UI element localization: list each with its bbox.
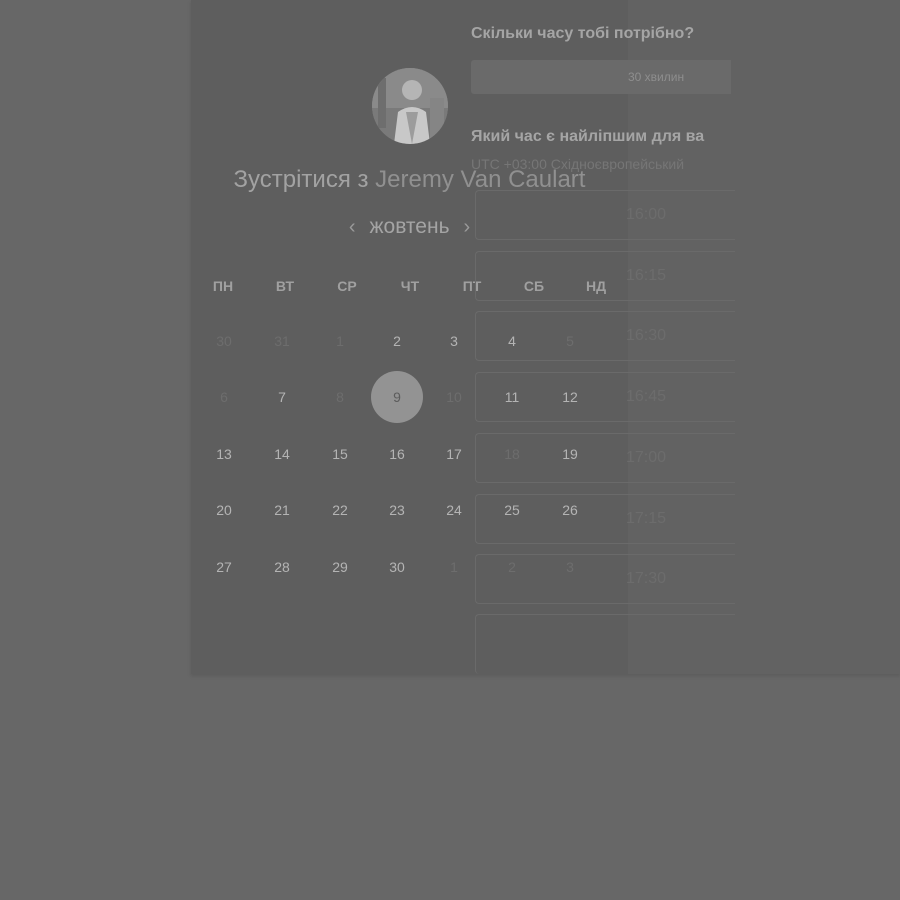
calendar-day[interactable]: 30 xyxy=(371,541,423,593)
chevron-left-icon[interactable]: ‹ xyxy=(349,214,356,240)
calendar-day[interactable]: 24 xyxy=(428,484,480,536)
host-photo xyxy=(372,68,448,144)
time-slot-button[interactable]: 17:30 xyxy=(475,554,735,605)
duration-select[interactable]: 30 хвилин xyxy=(471,60,731,94)
time-question: Який час є найліпшим для ва xyxy=(471,128,705,145)
calendar-day: 30 xyxy=(216,333,232,349)
calendar-day: 10 xyxy=(446,389,462,405)
time-slot-button[interactable]: 17:15 xyxy=(475,493,735,544)
calendar-day: 1 xyxy=(450,559,458,575)
calendar-day[interactable]: 16 xyxy=(371,428,423,480)
weekday-label: ПН xyxy=(212,278,234,294)
calendar-day: 8 xyxy=(336,389,344,405)
time-slot-button[interactable]: 16:15 xyxy=(475,250,735,301)
time-slot-label: 17:00 xyxy=(626,448,667,466)
calendar-day: 31 xyxy=(274,333,290,349)
calendar-day: 6 xyxy=(220,389,228,405)
time-slot-label: 16:15 xyxy=(626,266,667,284)
calendar-day[interactable]: 22 xyxy=(314,484,366,536)
time-slot-button[interactable]: 16:00 xyxy=(475,190,735,240)
calendar-day[interactable]: 29 xyxy=(314,541,366,593)
calendar-day-selected[interactable]: 9 xyxy=(371,371,423,423)
avatar xyxy=(372,68,448,144)
time-slot-button[interactable] xyxy=(475,614,735,674)
calendar-day[interactable]: 23 xyxy=(371,484,423,536)
duration-question: Скільки часу тобі потрібно? xyxy=(471,25,695,42)
calendar-day[interactable]: 14 xyxy=(256,428,308,480)
time-slot-label: 16:45 xyxy=(626,388,667,406)
time-slot-button[interactable]: 16:45 xyxy=(475,372,735,423)
time-slot-label: 17:15 xyxy=(626,509,667,527)
title-prefix: Зустрітися з xyxy=(233,166,369,193)
weekday-label: ВТ xyxy=(275,278,295,294)
calendar-day[interactable]: 15 xyxy=(314,428,366,480)
time-slot-button[interactable]: 17:00 xyxy=(475,432,735,483)
calendar-day[interactable]: 2 xyxy=(371,315,423,367)
calendar-day: 1 xyxy=(336,333,344,349)
duration-value: 30 хвилин xyxy=(628,70,685,84)
calendar-day[interactable]: 21 xyxy=(256,484,308,536)
weekday-label: СР xyxy=(337,278,357,294)
timezone-label[interactable]: UTC +03:00 Східноєвропейський xyxy=(471,156,684,172)
calendar-day[interactable]: 20 xyxy=(198,484,250,536)
calendar-day[interactable]: 3 xyxy=(428,315,480,367)
time-slot-label: 16:00 xyxy=(626,206,667,223)
time-slot-label: 16:30 xyxy=(626,327,667,345)
calendar-day[interactable]: 13 xyxy=(198,428,250,480)
time-slot-button[interactable]: 16:30 xyxy=(475,311,735,362)
time-slot-label: 17:30 xyxy=(626,570,667,588)
chevron-right-icon[interactable]: › xyxy=(464,214,471,240)
calendar-day[interactable]: 17 xyxy=(428,428,480,480)
calendar-day[interactable]: 7 xyxy=(256,371,308,423)
month-label: жовтень xyxy=(369,215,450,238)
calendar-day[interactable]: 27 xyxy=(198,541,250,593)
calendar-day[interactable]: 28 xyxy=(256,541,308,593)
weekday-label: ЧТ xyxy=(400,278,420,294)
